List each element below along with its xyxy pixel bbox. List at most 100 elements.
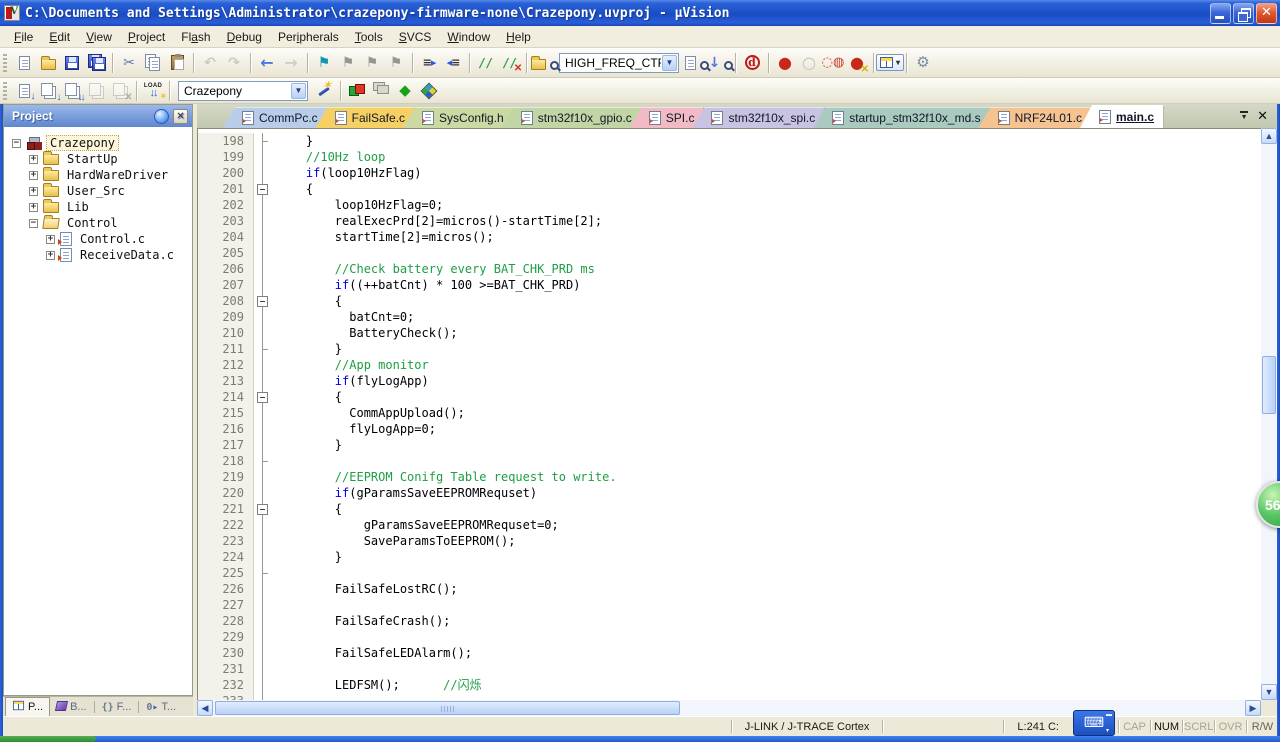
find-in-files-icon[interactable] — [531, 52, 555, 74]
plus-expander-icon[interactable]: + — [46, 251, 55, 260]
bottom-tab-templates-tab[interactable]: 0▸T... — [140, 698, 182, 716]
tab-stm32f10x_spi.c[interactable]: stm32f10x_spi.c — [692, 107, 825, 128]
menu-edit[interactable]: Edit — [41, 27, 78, 47]
horizontal-scroll-track[interactable] — [682, 700, 1245, 716]
toolbar-grip[interactable] — [3, 82, 7, 100]
plus-expander-icon[interactable]: + — [29, 187, 38, 196]
restore-button[interactable] — [1233, 3, 1254, 24]
unindent-icon[interactable]: ◂≡ — [441, 52, 465, 74]
window-layout-icon[interactable]: ▾ — [878, 52, 902, 74]
menu-debug[interactable]: Debug — [219, 27, 270, 47]
redo-icon[interactable]: ↷ — [222, 52, 246, 74]
minus-expander-icon[interactable]: − — [12, 139, 21, 148]
batch-build-icon[interactable] — [84, 80, 108, 102]
minus-expander-icon[interactable]: − — [29, 219, 38, 228]
tree-item-control.c[interactable]: +Control.c — [4, 231, 192, 247]
fold-collapse-icon[interactable] — [254, 501, 272, 517]
cut-icon[interactable]: ✂ — [117, 52, 141, 74]
vertical-scrollbar[interactable]: ▲ ▼ — [1261, 128, 1277, 700]
scroll-down-icon[interactable]: ▼ — [1261, 684, 1277, 700]
tree-item-crazepony[interactable]: −Crazepony — [4, 135, 192, 151]
document-close-icon[interactable]: ✕ — [1257, 109, 1268, 124]
menu-flash[interactable]: Flash — [173, 27, 218, 47]
breakpoint-toggle-icon[interactable]: ● — [773, 52, 797, 74]
breakpoint-disable-icon[interactable]: ○ — [797, 52, 821, 74]
fold-collapse-icon[interactable] — [254, 293, 272, 309]
nav-back-icon[interactable]: ← — [255, 52, 279, 74]
copy-icon[interactable] — [141, 52, 165, 74]
incremental-find-icon[interactable]: ↓ — [707, 52, 731, 74]
menu-peripherals[interactable]: Peripherals — [270, 27, 347, 47]
indent-icon[interactable]: ≡▸ — [417, 52, 441, 74]
search-combo-dropdown-icon[interactable]: ▼ — [662, 55, 677, 71]
manage-books-icon[interactable]: ◆ — [393, 80, 417, 102]
vertical-scroll-thumb[interactable] — [1262, 356, 1276, 414]
plus-expander-icon[interactable]: + — [29, 203, 38, 212]
target-combo[interactable]: Crazepony▼ — [178, 81, 308, 101]
bookmark-clear-icon[interactable]: ⚑ — [384, 52, 408, 74]
plus-expander-icon[interactable]: + — [46, 235, 55, 244]
nav-forward-icon[interactable]: → — [279, 52, 303, 74]
plus-expander-icon[interactable]: + — [29, 155, 38, 164]
manage-components-icon[interactable] — [345, 80, 369, 102]
multi-project-icon[interactable] — [417, 80, 441, 102]
open-file-icon[interactable] — [36, 52, 60, 74]
new-file-icon[interactable] — [12, 52, 36, 74]
build-icon[interactable]: ↓ — [36, 80, 60, 102]
tab-SPI.c[interactable]: SPI.c — [630, 107, 705, 128]
menu-project[interactable]: Project — [120, 27, 173, 47]
save-all-icon[interactable] — [84, 52, 108, 74]
find-icon[interactable] — [683, 52, 707, 74]
tab-startup_stm32f10x_md.s[interactable]: startup_stm32f10x_md.s — [813, 107, 990, 128]
breakpoint-disable-all-icon[interactable]: ◌◍ — [821, 52, 845, 74]
horizontal-scroll-thumb[interactable] — [215, 701, 680, 715]
tab-CommPc.c[interactable]: CommPc.c — [223, 107, 328, 128]
plus-expander-icon[interactable]: + — [29, 171, 38, 180]
tab-main.c[interactable]: main.c — [1080, 105, 1164, 128]
paste-icon[interactable] — [165, 52, 189, 74]
bookmark-next-icon[interactable]: ⚑ — [360, 52, 384, 74]
stop-build-icon[interactable]: ✕ — [108, 80, 132, 102]
bookmark-prev-icon[interactable]: ⚑ — [336, 52, 360, 74]
start-button-edge[interactable] — [0, 736, 96, 742]
start-debug-session-icon[interactable]: d — [740, 52, 764, 74]
save-icon[interactable] — [60, 52, 84, 74]
tab-stm32f10x_gpio.c[interactable]: stm32f10x_gpio.c — [502, 107, 642, 128]
bottom-tab-books-tab[interactable]: B... — [50, 698, 93, 716]
undo-icon[interactable]: ↶ — [198, 52, 222, 74]
bookmark-toggle-icon[interactable]: ⚑ — [312, 52, 336, 74]
menu-view[interactable]: View — [78, 27, 120, 47]
comment-icon[interactable]: // — [474, 52, 498, 74]
tab-FailSafe.c[interactable]: FailSafe.c — [316, 107, 415, 128]
translate-icon[interactable]: ↓ — [12, 80, 36, 102]
code-editor[interactable]: 198 }199 //10Hz loop200 if(loop10HzFlag)… — [197, 128, 1261, 700]
tab-list-dropdown-icon[interactable]: ▼ — [1240, 111, 1248, 121]
bottom-tab-functions-tab[interactable]: {}F... — [96, 698, 138, 716]
tree-item-user_src[interactable]: +User_Src — [4, 183, 192, 199]
fold-collapse-icon[interactable] — [254, 181, 272, 197]
tab-NRF24L01.c[interactable]: NRF24L01.c — [979, 107, 1092, 128]
menu-help[interactable]: Help — [498, 27, 539, 47]
ime-keyboard-icon[interactable]: ⌨▬▾ — [1073, 710, 1115, 736]
menu-tools[interactable]: Tools — [347, 27, 391, 47]
search-combo[interactable]: HIGH_FREQ_CTRL▼ — [559, 53, 679, 73]
scroll-left-icon[interactable]: ◀ — [197, 700, 213, 716]
file-extensions-icon[interactable] — [369, 80, 393, 102]
rebuild-icon[interactable]: ↓↓ — [60, 80, 84, 102]
menu-svcs[interactable]: SVCS — [391, 27, 440, 47]
toolbar-grip[interactable] — [3, 54, 7, 72]
scroll-up-icon[interactable]: ▲ — [1261, 128, 1277, 144]
target-combo-dropdown-icon[interactable]: ▼ — [291, 83, 306, 99]
pin-icon[interactable] — [154, 109, 169, 124]
configure-wrench-icon[interactable]: ⚙ — [911, 52, 935, 74]
target-options-icon[interactable] — [312, 80, 336, 102]
tree-item-hardwaredriver[interactable]: +HardWareDriver — [4, 167, 192, 183]
uncomment-icon[interactable]: //✕ — [498, 52, 522, 74]
breakpoint-kill-all-icon[interactable]: ●✕ — [845, 52, 869, 74]
tree-item-lib[interactable]: +Lib — [4, 199, 192, 215]
minimize-button[interactable] — [1210, 3, 1231, 24]
fold-collapse-icon[interactable] — [254, 389, 272, 405]
tree-item-startup[interactable]: +StartUp — [4, 151, 192, 167]
tab-SysConfig.h[interactable]: SysConfig.h — [403, 107, 514, 128]
load-download-icon[interactable]: LOAD↓↓✶ — [141, 80, 165, 102]
